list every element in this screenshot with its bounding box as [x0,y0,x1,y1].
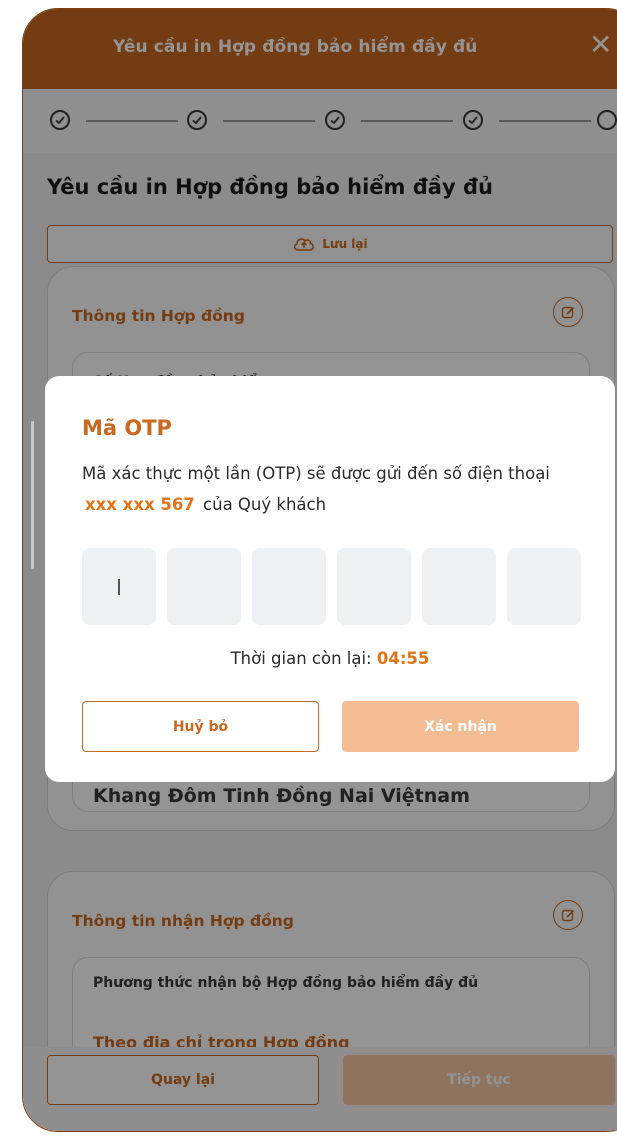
otp-dialog: Mã OTP Mã xác thực một lần (OTP) sẽ được… [45,376,615,782]
otp-input-group [82,548,581,625]
otp-title: Mã OTP [82,416,172,440]
countdown-label: Thời gian còn lại: [230,649,372,668]
otp-digit-input[interactable] [252,548,326,625]
otp-digit-input[interactable] [337,548,411,625]
otp-message: Mã xác thực một lần (OTP) sẽ được gửi đế… [82,458,582,520]
cancel-button[interactable]: Huỷ bỏ [82,701,319,752]
countdown-value: 04:55 [376,649,430,668]
scrollbar[interactable] [30,420,35,570]
otp-message-text: Mã xác thực một lần (OTP) sẽ được gửi đế… [82,464,550,483]
otp-digit-input[interactable] [82,548,156,625]
otp-digit-input[interactable] [167,548,241,625]
text-cursor [118,578,120,595]
otp-digit-input[interactable] [507,548,581,625]
otp-digit-input[interactable] [422,548,496,625]
otp-countdown: Thời gian còn lại: 04:55 [45,649,615,668]
otp-message-suffix: của Quý khách [203,495,327,514]
masked-phone-number: xxx xxx 567 [85,495,195,514]
confirm-button[interactable]: Xác nhận [342,701,579,752]
